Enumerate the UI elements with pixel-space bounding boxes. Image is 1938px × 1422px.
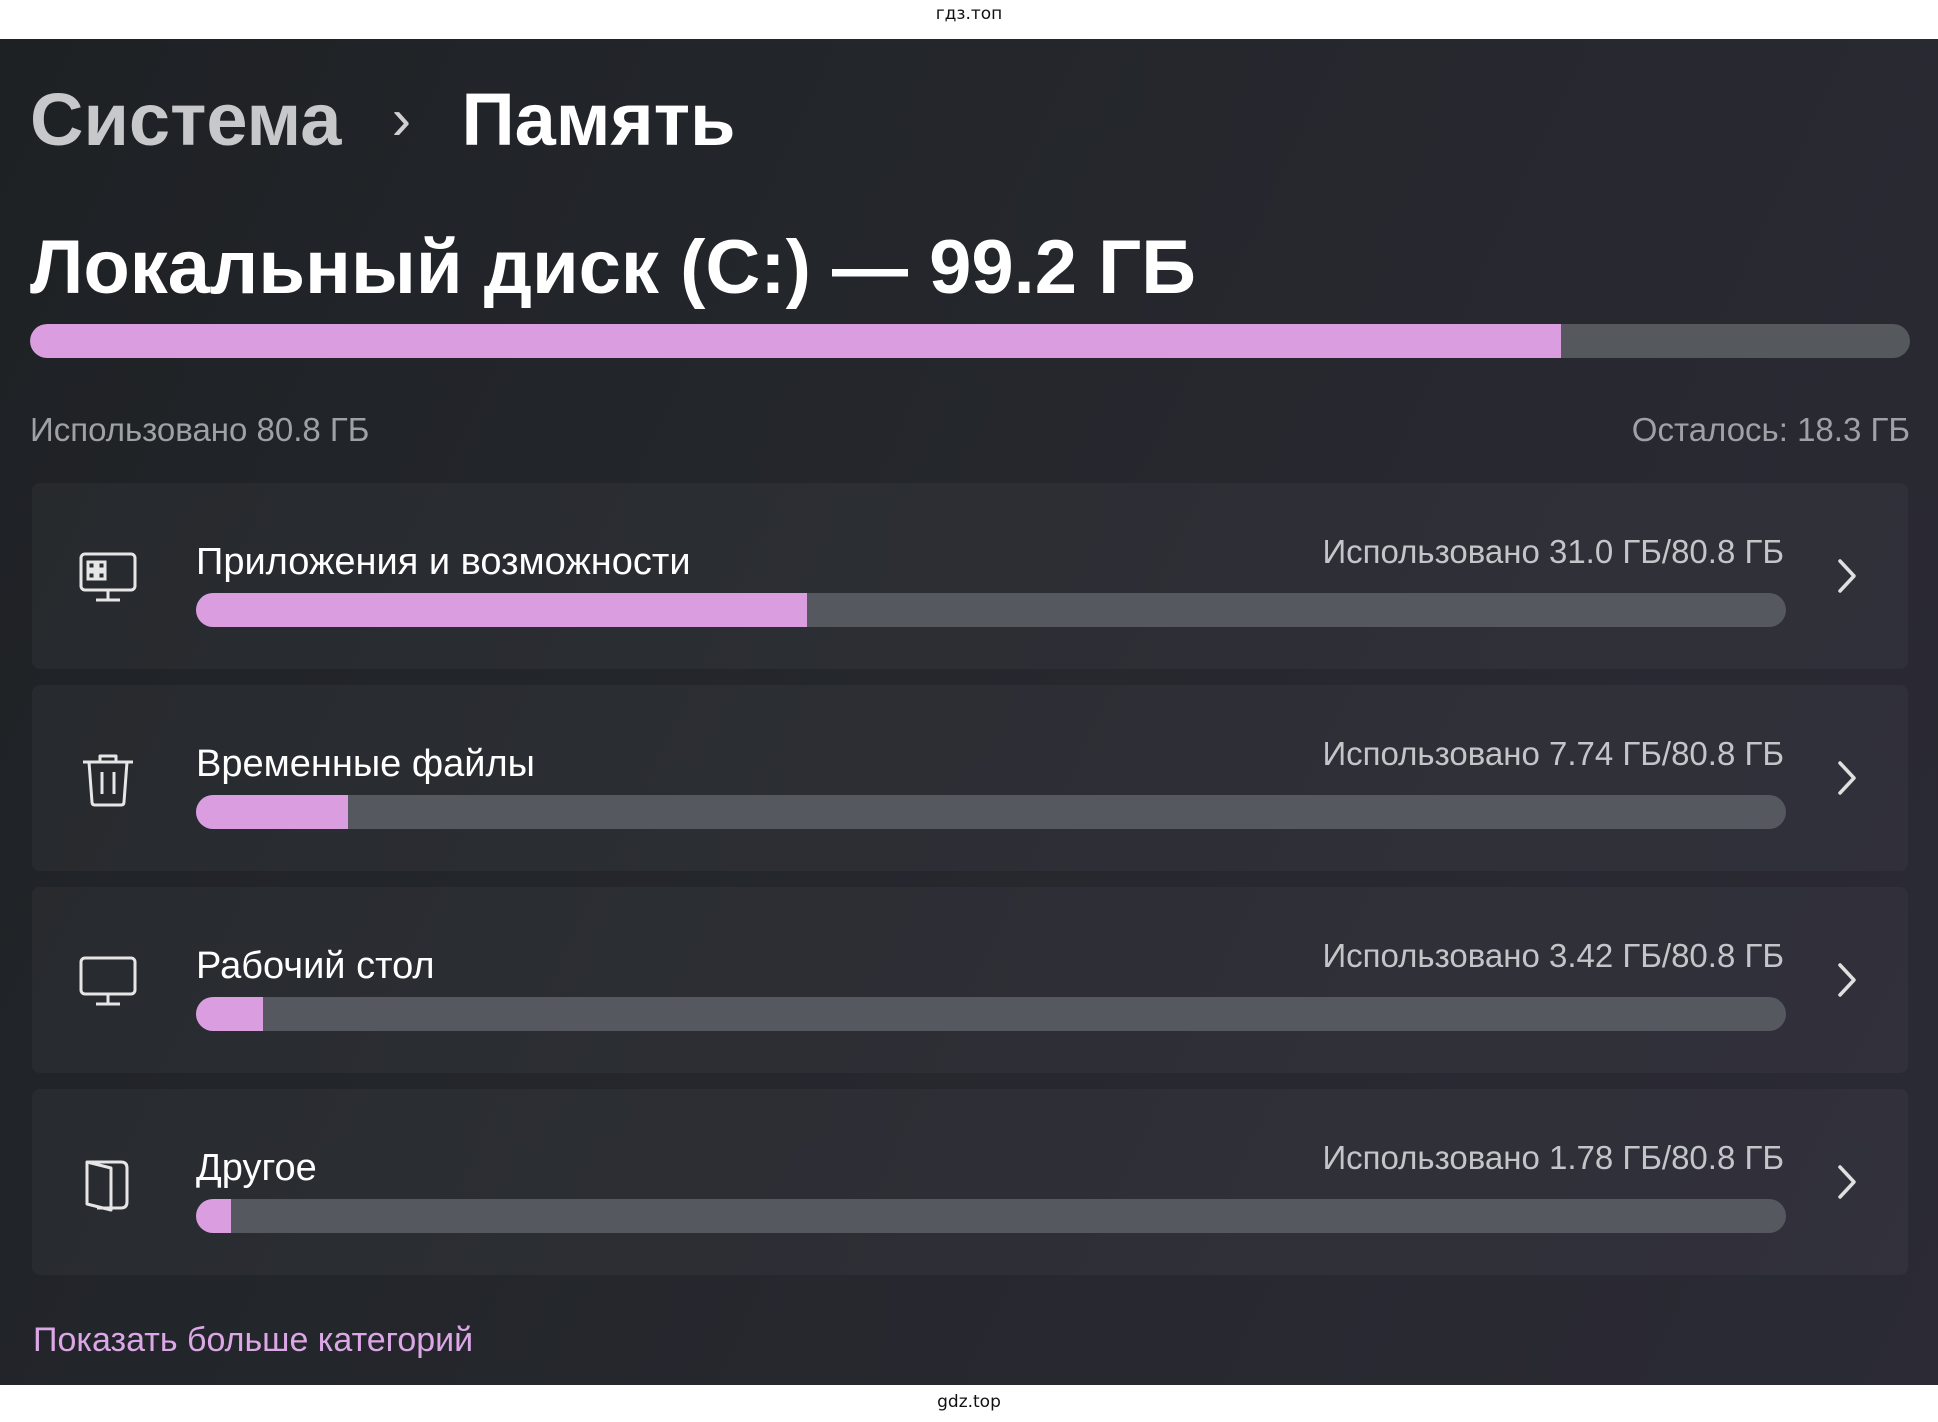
show-more-categories-link[interactable]: Показать больше категорий (33, 1321, 473, 1360)
category-name: Другое (196, 1147, 317, 1189)
breadcrumb: Система › Память (30, 69, 735, 169)
trash-icon (77, 748, 139, 810)
category-usage-fill (196, 795, 349, 829)
category-name: Временные файлы (196, 743, 535, 785)
category-usage-fill (196, 593, 807, 627)
category-usage: Использовано 3.42 ГБ/80.8 ГБ (1322, 937, 1784, 974)
category-usage-bar (196, 1199, 1786, 1233)
chevron-right-icon[interactable] (1826, 753, 1866, 803)
disk-usage-fill (30, 324, 1562, 358)
watermark-top: гдз.топ (935, 4, 1003, 24)
apps-icon (77, 546, 139, 608)
document-icon (77, 1152, 139, 1214)
category-usage: Использовано 7.74 ГБ/80.8 ГБ (1322, 735, 1784, 772)
category-usage-fill (196, 997, 264, 1031)
category-temp-files[interactable]: Временные файлы Использовано 7.74 ГБ/80.… (32, 685, 1908, 871)
category-usage: Использовано 31.0 ГБ/80.8 ГБ (1322, 533, 1784, 570)
disk-title: Локальный диск (C:) — 99.2 ГБ (30, 225, 1196, 310)
page-title: Память (461, 77, 736, 161)
category-name: Рабочий стол (196, 945, 435, 987)
category-other[interactable]: Другое Использовано 1.78 ГБ/80.8 ГБ (32, 1089, 1908, 1275)
category-usage-bar (196, 997, 1786, 1031)
category-apps[interactable]: Приложения и возможности Использовано 31… (32, 483, 1908, 669)
breadcrumb-system-link[interactable]: Система (30, 77, 341, 162)
category-desktop[interactable]: Рабочий стол Использовано 3.42 ГБ/80.8 Г… (32, 887, 1908, 1073)
breadcrumb-separator-icon: › (391, 86, 412, 152)
category-usage-bar (196, 795, 1786, 829)
disk-free-label: Осталось: 18.3 ГБ (1631, 411, 1910, 448)
category-usage-fill (196, 1199, 231, 1233)
category-usage-bar (196, 593, 1786, 627)
category-name: Приложения и возможности (196, 541, 691, 583)
chevron-right-icon[interactable] (1826, 955, 1866, 1005)
chevron-right-icon[interactable] (1826, 1157, 1866, 1207)
chevron-right-icon[interactable] (1826, 551, 1866, 601)
monitor-icon (77, 950, 139, 1012)
watermark-bottom: gdz.top (937, 1392, 1001, 1412)
storage-panel: Система › Память Локальный диск (C:) — 9… (0, 39, 1938, 1385)
disk-usage-bar (30, 324, 1910, 358)
disk-used-label: Использовано 80.8 ГБ (30, 411, 370, 448)
category-usage: Использовано 1.78 ГБ/80.8 ГБ (1322, 1139, 1784, 1176)
